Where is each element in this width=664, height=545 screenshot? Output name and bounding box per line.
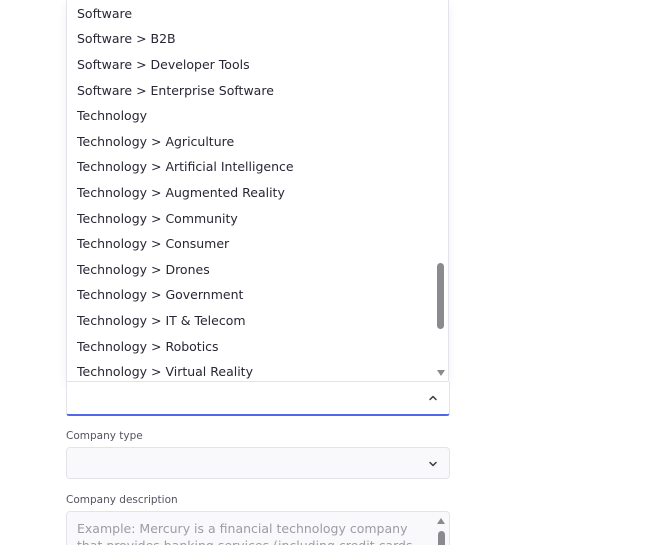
option-technology-agriculture[interactable]: Technology > Agriculture [77,131,234,153]
company-type-label: Company type [66,430,143,442]
option-technology-artificial-intelligence[interactable]: Technology > Artificial Intelligence [77,156,294,178]
option-technology-drones[interactable]: Technology > Drones [77,259,210,281]
option-technology-government[interactable]: Technology > Government [77,284,243,306]
option-software-b2b[interactable]: Software > B2B [77,28,176,50]
option-technology-virtual-reality[interactable]: Technology > Virtual Reality [77,361,253,381]
option-technology-community[interactable]: Technology > Community [77,208,238,230]
option-technology-it-telecom[interactable]: Technology > IT & Telecom [77,310,246,332]
company-type-select[interactable] [66,447,450,479]
chevron-up-icon[interactable] [428,393,438,403]
form-page: Software Software > B2B Software > Devel… [0,0,664,545]
dropdown-scrollbar[interactable] [436,0,445,381]
triangle-down-icon[interactable] [437,370,445,376]
industry-option-list: Software Software > B2B Software > Devel… [67,0,436,381]
dropdown-scrollbar-thumb[interactable] [437,263,444,329]
option-technology-augmented-reality[interactable]: Technology > Augmented Reality [77,182,285,204]
chevron-down-icon[interactable] [428,459,438,469]
company-description-label: Company description [66,494,178,506]
option-technology-consumer[interactable]: Technology > Consumer [77,233,229,255]
option-software-developer-tools[interactable]: Software > Developer Tools [77,54,250,76]
triangle-up-icon[interactable] [437,518,445,524]
option-technology[interactable]: Technology [77,105,147,127]
option-software-enterprise-software[interactable]: Software > Enterprise Software [77,80,274,102]
industry-dropdown-menu: Software Software > B2B Software > Devel… [66,0,449,382]
company-description-placeholder: Example: Mercury is a financial technolo… [77,521,416,545]
company-description-textarea[interactable]: Example: Mercury is a financial technolo… [66,511,450,545]
option-software[interactable]: Software [77,3,132,25]
industry-select[interactable] [66,382,450,416]
option-technology-robotics[interactable]: Technology > Robotics [77,336,219,358]
textarea-scrollbar-thumb[interactable] [438,531,445,545]
